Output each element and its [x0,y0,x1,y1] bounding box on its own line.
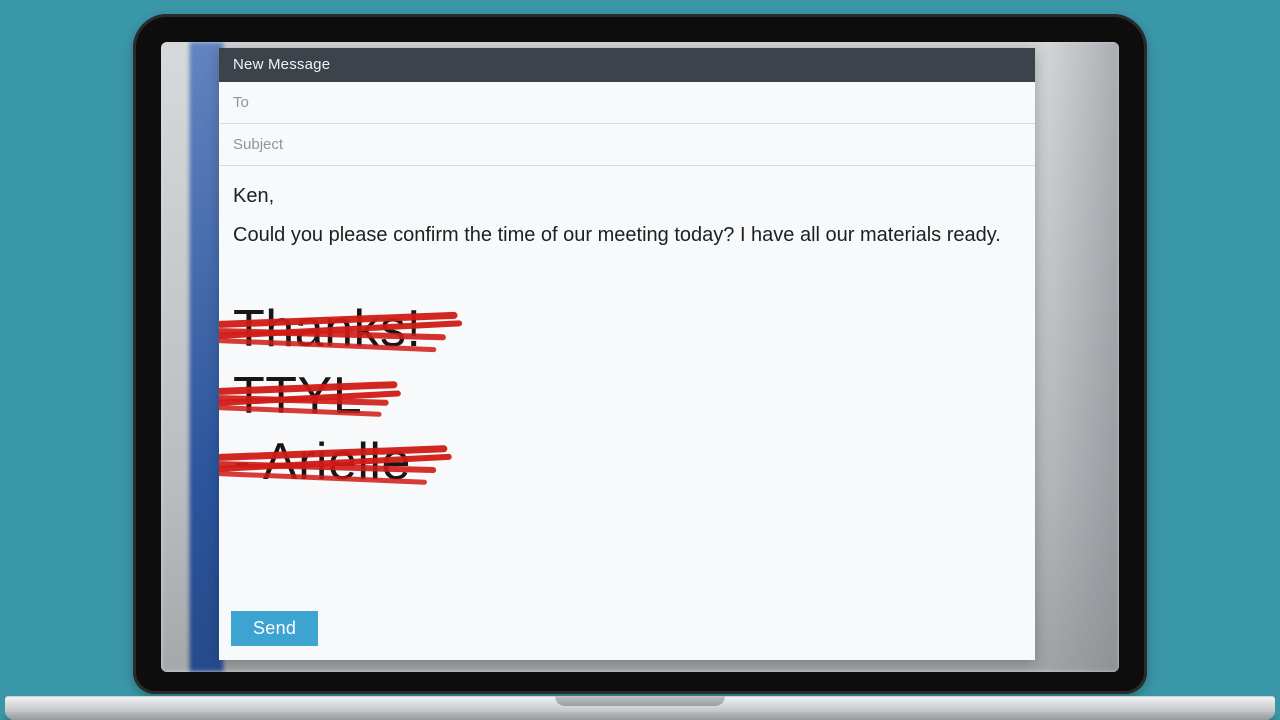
laptop-base-bottom [5,712,1275,720]
body-paragraph: Could you please confirm the time of our… [233,221,1021,250]
subject-field-row [219,124,1035,166]
laptop-base-top [5,696,1275,712]
to-field-row [219,82,1035,124]
compose-titlebar[interactable]: New Message [219,48,1035,82]
laptop-frame: New Message Ken, Could you please confir… [133,14,1147,710]
signoff-text: - Arielle [233,433,411,491]
to-input[interactable] [233,94,1021,111]
signoff-text: Thanks! [233,300,421,358]
body-greeting: Ken, [233,182,1021,211]
signoff-line-struck: - Arielle [233,429,417,496]
signoff-text: TTYL [233,367,362,425]
compose-footer: Send [219,601,1035,660]
laptop-base [5,696,1275,720]
message-body[interactable]: Ken, Could you please confirm the time o… [219,166,1035,601]
signoff-line-struck: Thanks! [233,296,427,363]
send-button[interactable]: Send [231,611,318,646]
compose-window: New Message Ken, Could you please confir… [219,48,1035,660]
trackpad-notch [555,696,725,706]
signoff-line-struck: TTYL [233,363,368,430]
laptop-lid: New Message Ken, Could you please confir… [133,14,1147,694]
subject-input[interactable] [233,136,1021,153]
signoff-block: Thanks! TTYL - Arielle [233,296,1021,496]
laptop-screen: New Message Ken, Could you please confir… [161,42,1119,672]
